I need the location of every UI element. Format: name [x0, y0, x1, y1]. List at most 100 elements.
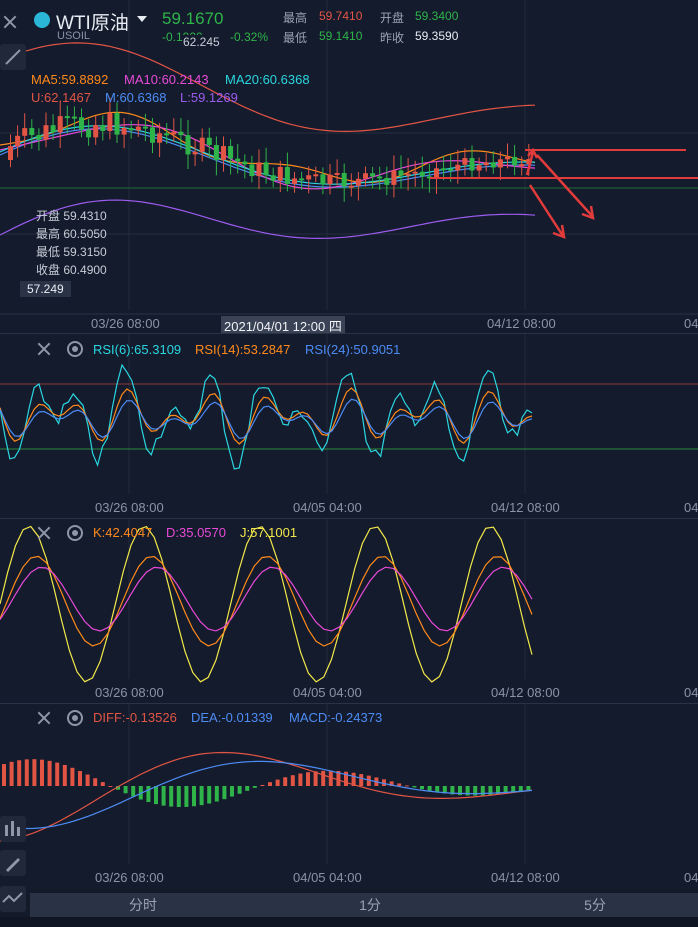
- candle: [391, 170, 397, 185]
- x-axis-label: 03/26 08:00: [95, 685, 164, 700]
- macd-histogram-bar: [146, 786, 151, 803]
- candle: [121, 128, 127, 135]
- x-axis-label: 04: [684, 870, 698, 885]
- boll-upper-value: U:62.1467: [31, 90, 91, 105]
- macd-histogram-bar: [214, 786, 219, 802]
- candlestick-chart[interactable]: [0, 0, 698, 333]
- ohlc-close: 收盘 60.4900: [36, 263, 107, 277]
- candle: [50, 125, 56, 133]
- candle: [71, 116, 77, 119]
- macd-histogram-bar: [222, 786, 227, 800]
- candle: [93, 125, 99, 138]
- candle: [270, 175, 276, 181]
- candle: [334, 172, 340, 175]
- prev-close-label: 昨收: [380, 31, 405, 45]
- candle: [100, 125, 106, 132]
- kdj-d-value: D:35.0570: [166, 525, 226, 540]
- macd-settings-gear-icon[interactable]: [67, 710, 83, 726]
- pen-tool-button[interactable]: [0, 850, 26, 876]
- chevron-down-icon: [137, 16, 147, 22]
- candle: [320, 174, 326, 185]
- price-level-label: 62.245: [183, 35, 220, 49]
- candle: [164, 133, 170, 136]
- x-axis-label: 03/26 08:00: [95, 500, 164, 515]
- rsi-settings-gear-icon[interactable]: [67, 341, 83, 357]
- close-macd-button[interactable]: [34, 708, 54, 728]
- tab-timeshare[interactable]: 分时: [83, 893, 203, 917]
- symbol-code: USOIL: [57, 30, 91, 42]
- macd-chart[interactable]: [0, 704, 698, 890]
- close-rsi-button[interactable]: [34, 339, 54, 359]
- macd-histogram-bar: [404, 785, 409, 787]
- kdj-d-line: [0, 566, 533, 632]
- candle: [327, 174, 333, 185]
- candle: [114, 112, 120, 135]
- macd-histogram-bar: [108, 785, 113, 787]
- macd-histogram-bar: [260, 784, 265, 786]
- macd-histogram-bar: [359, 774, 364, 786]
- candle: [462, 158, 468, 165]
- symbol-logo-icon: [34, 12, 50, 28]
- candle: [86, 129, 92, 138]
- macd-histogram-bar: [131, 786, 136, 797]
- candle: [405, 173, 411, 176]
- macd-histogram-bar: [230, 786, 234, 797]
- macd-histogram-bar: [199, 786, 204, 806]
- kdj-chart[interactable]: [0, 519, 698, 703]
- macd-histogram-bar: [2, 764, 6, 786]
- bottom-strip: [0, 917, 698, 927]
- macd-histogram-bar: [85, 774, 90, 786]
- macd-histogram-bar: [321, 770, 326, 786]
- pen-icon: [6, 858, 20, 872]
- candle: [256, 162, 262, 177]
- rsi-panel[interactable]: RSI(6):65.3109 RSI(14):53.2847 RSI(24):5…: [0, 334, 698, 518]
- candle: [192, 151, 198, 155]
- tab-5min[interactable]: 5分: [535, 893, 655, 917]
- chart-type-button[interactable]: [0, 816, 26, 842]
- macd-histogram-bar: [93, 778, 98, 786]
- indicator-button[interactable]: [0, 886, 26, 912]
- macd-histogram-bar: [192, 786, 196, 807]
- ohlc-low: 最低 59.3150: [36, 245, 107, 259]
- x-axis-label: 04/12 08:00: [491, 500, 560, 515]
- macd-histogram-bar: [298, 773, 303, 786]
- candle: [36, 135, 42, 140]
- candle: [469, 158, 475, 171]
- candle: [384, 177, 390, 185]
- tab-1min[interactable]: 1分: [310, 893, 430, 917]
- draw-tool-button[interactable]: [0, 44, 26, 70]
- kdj-settings-gear-icon[interactable]: [67, 525, 83, 541]
- candle: [313, 174, 319, 177]
- open-label: 开盘: [380, 11, 405, 25]
- ma10-value: MA10:60.2143: [124, 72, 209, 87]
- kdj-j-value: J:57.1001: [240, 525, 298, 540]
- macd-histogram-bar: [207, 786, 212, 804]
- close-kdj-button[interactable]: [34, 523, 54, 543]
- macd-histogram-bar: [237, 786, 242, 794]
- candle: [235, 158, 241, 162]
- macd-histogram-bar: [252, 786, 257, 788]
- candle: [434, 168, 439, 179]
- macd-panel[interactable]: DIFF:-0.13526 DEA:-0.01339 MACD:-0.24373…: [0, 704, 698, 890]
- x-axis-label: 04: [684, 685, 698, 700]
- x-axis-label: 04/12 08:00: [491, 685, 560, 700]
- ma10-line: [0, 124, 536, 190]
- x-axis-label: 03/26 08:00: [95, 870, 164, 885]
- open-value: 59.3400: [415, 9, 459, 23]
- rsi-chart[interactable]: [0, 334, 698, 518]
- candle: [107, 112, 113, 132]
- candle: [22, 128, 28, 136]
- candle: [412, 171, 418, 174]
- trend-arrow-down-icon: [528, 184, 566, 239]
- timeframe-tab-bar: 分时 1分 5分: [30, 893, 698, 917]
- macd-histogram-bar: [275, 779, 280, 786]
- x-axis-label: 04/05 04:00: [293, 500, 362, 515]
- candle: [242, 161, 248, 165]
- close-chart-button[interactable]: [0, 12, 20, 32]
- candle: [448, 168, 454, 171]
- last-price: 59.1670: [162, 9, 224, 28]
- main-chart-panel[interactable]: WTI原油 USOIL 59.1670 -0.1920 -0.32% 62.24…: [0, 0, 698, 335]
- candle: [199, 137, 205, 152]
- kdj-panel[interactable]: K:42.4047 D:35.0570 J:57.1001 03/26 08:0…: [0, 519, 698, 703]
- rsi6-value: RSI(6):65.3109: [93, 342, 182, 357]
